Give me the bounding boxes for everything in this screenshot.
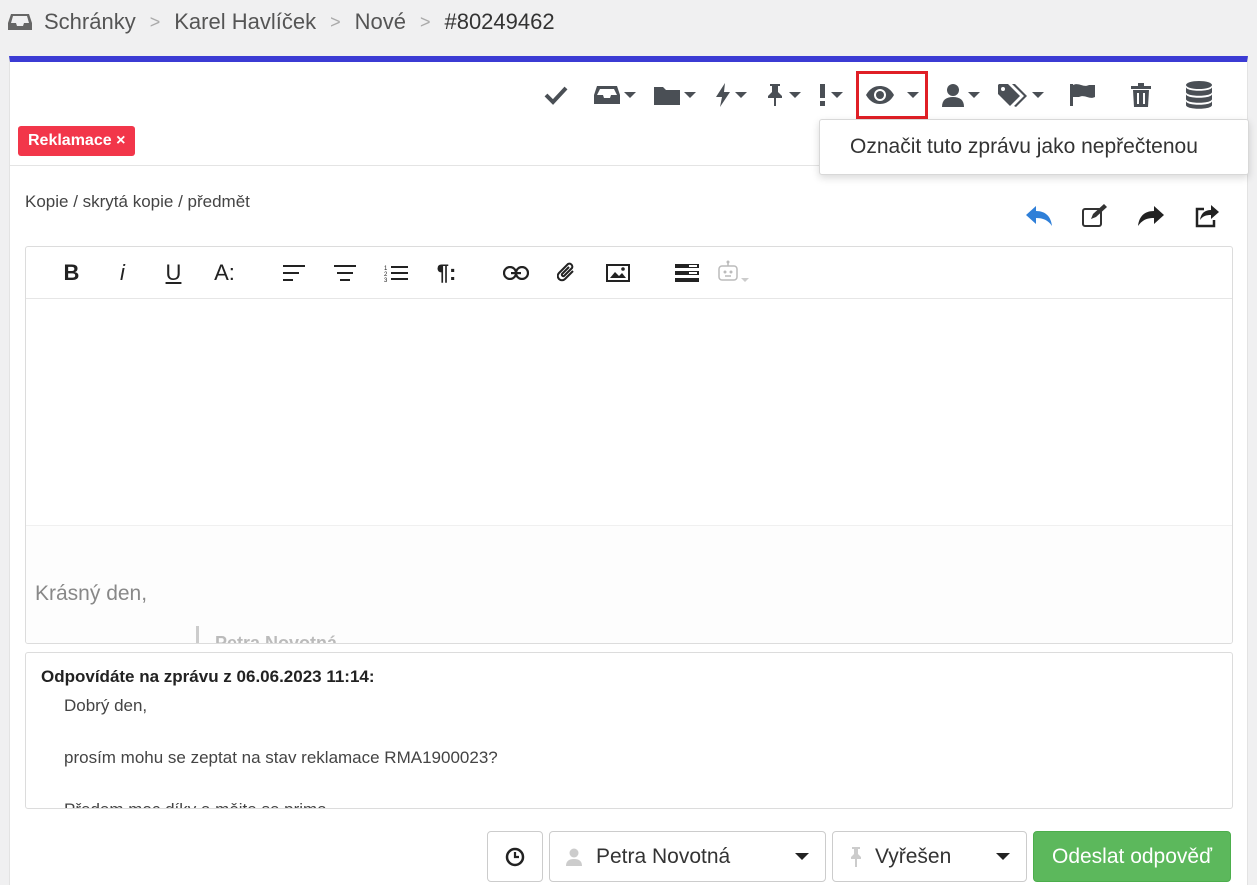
align-left-button[interactable] xyxy=(268,253,319,293)
template-button[interactable] xyxy=(661,253,712,293)
link-button[interactable] xyxy=(490,253,541,293)
signature-area: Krásný den, Petra Novotná xyxy=(26,525,1232,643)
read-status-dropdown: Označit tuto zprávu jako nepřečtenou xyxy=(819,119,1249,175)
share-button[interactable] xyxy=(1191,200,1223,232)
archive-button[interactable] xyxy=(1169,74,1229,116)
folder-icon xyxy=(654,87,680,105)
bold-button[interactable]: B xyxy=(46,253,97,293)
priority-button[interactable] xyxy=(809,74,853,116)
align-center-button[interactable] xyxy=(319,253,370,293)
tags-icon xyxy=(998,84,1027,107)
breadcrumb-separator: > xyxy=(419,11,431,32)
ticket-toolbar xyxy=(527,71,1229,119)
breadcrumb-separator: > xyxy=(330,11,341,32)
link-icon xyxy=(502,265,529,280)
bolt-icon xyxy=(716,83,730,107)
breadcrumb: Schránky > Karel Havlíček > Nové > #8024… xyxy=(8,6,555,38)
underline-button[interactable]: U xyxy=(148,253,199,293)
quote-line: prosím mohu se zeptat na stav reklamace … xyxy=(64,748,498,767)
image-button[interactable] xyxy=(592,253,643,293)
inbox-icon xyxy=(8,12,32,32)
signature-greeting: Krásný den, xyxy=(35,582,148,605)
font-size-button[interactable]: A: xyxy=(199,253,250,293)
flag-button[interactable] xyxy=(1053,74,1113,116)
align-center-icon xyxy=(333,264,356,281)
pin-icon xyxy=(768,84,782,106)
delete-button[interactable] xyxy=(1113,74,1169,116)
paperclip-icon xyxy=(556,262,574,281)
move-folder-button[interactable] xyxy=(645,74,705,116)
share-icon xyxy=(1195,205,1219,228)
user-icon xyxy=(942,84,964,107)
attachment-button[interactable] xyxy=(541,253,592,293)
breadcrumb-item-mailbox[interactable]: Karel Havlíček xyxy=(174,9,316,35)
chevron-down-icon xyxy=(794,853,809,860)
quoted-message-body: Dobrý den, prosím mohu se zeptat na stav… xyxy=(41,693,1217,808)
message-editor: B i U A: 123 ¶: Krásný den, Petra Novotn… xyxy=(25,246,1233,644)
reply-actions xyxy=(1023,200,1223,232)
quoted-message-heading: Odpovídáte na zprávu z 06.06.2023 11:14: xyxy=(41,667,375,686)
ordered-list-icon: 123 xyxy=(384,265,408,282)
signature-name: Petra Novotná xyxy=(196,626,337,643)
move-inbox-button[interactable] xyxy=(585,74,645,116)
template-icon xyxy=(674,263,699,282)
schedule-button[interactable] xyxy=(486,831,543,882)
editor-toolbar: B i U A: 123 ¶: xyxy=(26,247,1232,299)
check-icon xyxy=(544,86,568,105)
status-select[interactable]: Vyřešen xyxy=(831,831,1027,882)
forward-button[interactable] xyxy=(1135,200,1167,232)
trash-icon xyxy=(1131,83,1151,107)
eye-icon xyxy=(866,86,894,104)
ordered-list-button[interactable]: 123 xyxy=(370,253,421,293)
breadcrumb-item-ticket: #80249462 xyxy=(444,9,555,34)
reply-footer: Petra Novotná Vyřešen Odeslat odpověď xyxy=(486,831,1231,882)
edit-button[interactable] xyxy=(1079,200,1111,232)
inbox-icon xyxy=(594,86,620,104)
user-icon xyxy=(565,848,582,866)
editor-body[interactable] xyxy=(26,299,1232,525)
breadcrumb-separator: > xyxy=(149,11,161,32)
tag-badge[interactable]: Reklamace × xyxy=(18,126,136,156)
quote-line: Dobrý den, xyxy=(64,696,148,715)
mark-unread-option[interactable]: Označit tuto zprávu jako nepřečtenou xyxy=(850,135,1198,159)
actions-button[interactable] xyxy=(705,74,757,116)
resolve-button[interactable] xyxy=(527,74,585,116)
database-icon xyxy=(1186,81,1212,109)
assignee-select[interactable]: Petra Novotná xyxy=(548,831,826,882)
tags-button[interactable] xyxy=(989,74,1053,116)
flag-icon xyxy=(1070,84,1095,106)
assignee-value: Petra Novotná xyxy=(595,844,731,868)
status-value: Vyřešen xyxy=(874,844,952,868)
image-icon xyxy=(605,263,630,282)
forward-icon xyxy=(1138,206,1164,226)
pin-icon xyxy=(850,846,861,867)
edit-icon xyxy=(1082,204,1107,227)
italic-button[interactable]: i xyxy=(97,253,148,293)
breadcrumb-item-mailboxes[interactable]: Schránky xyxy=(44,9,136,35)
quote-line: Předem moc díky a mějte se prima xyxy=(64,797,1217,808)
assign-user-button[interactable] xyxy=(933,74,989,116)
chevron-down-icon xyxy=(995,853,1010,860)
svg-text:3: 3 xyxy=(384,278,388,282)
breadcrumb-item-folder[interactable]: Nové xyxy=(355,9,406,35)
quoted-message: Odpovídáte na zprávu z 06.06.2023 11:14:… xyxy=(25,652,1233,809)
reply-icon xyxy=(1026,206,1052,226)
robot-icon xyxy=(718,260,749,282)
pin-button[interactable] xyxy=(757,74,809,116)
reply-button[interactable] xyxy=(1023,200,1055,232)
exclamation-icon xyxy=(820,84,825,106)
read-status-button[interactable] xyxy=(856,71,928,119)
align-left-icon xyxy=(282,264,305,281)
send-reply-button[interactable]: Odeslat odpověď xyxy=(1032,831,1231,882)
paragraph-button[interactable]: ¶: xyxy=(421,253,472,293)
ai-assistant-button[interactable] xyxy=(712,253,756,293)
cc-bcc-subject-link[interactable]: Kopie / skrytá kopie / předmět xyxy=(25,192,250,212)
ticket-panel: Označit tuto zprávu jako nepřečtenou Rek… xyxy=(9,56,1249,885)
clock-icon xyxy=(505,847,525,866)
